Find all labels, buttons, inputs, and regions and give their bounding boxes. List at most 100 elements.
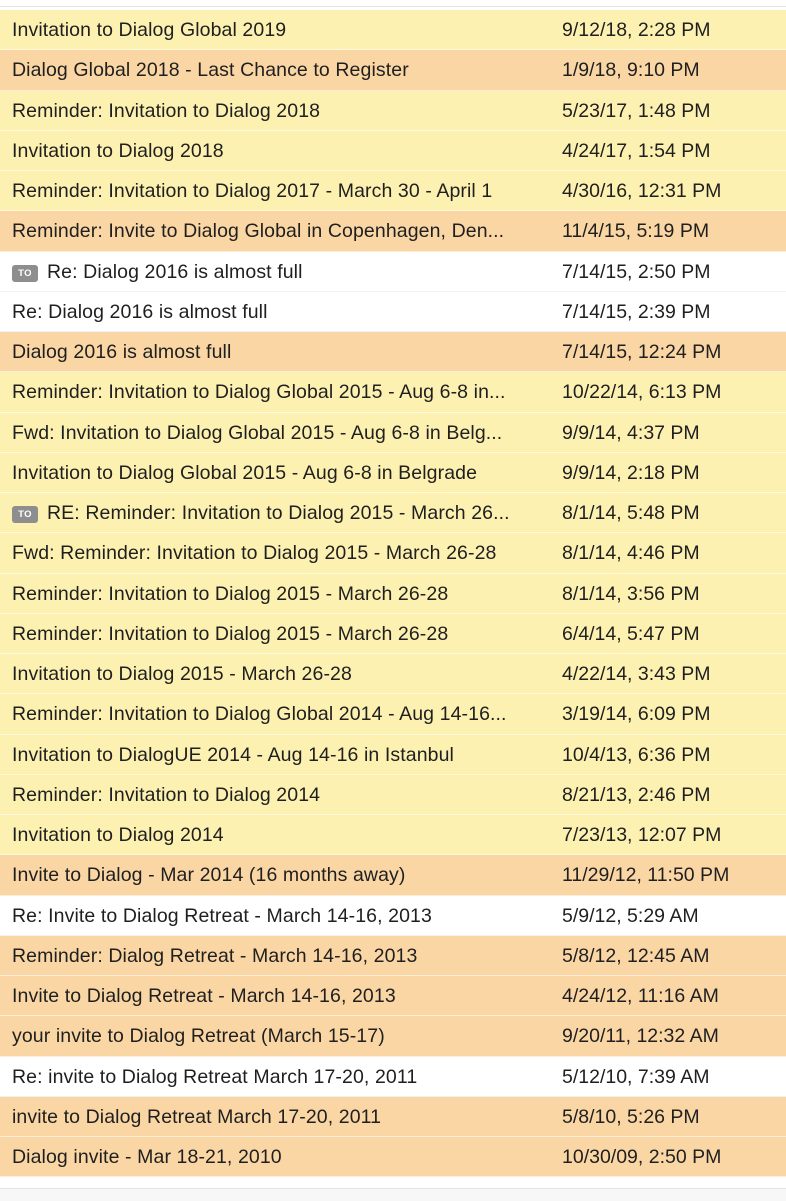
message-rows: Invitation to Dialog Global 2019 9/12/18,… xyxy=(0,10,786,1178)
message-subject-text: Reminder: Invitation to Dialog 2017 - Ma… xyxy=(12,180,493,202)
message-row[interactable]: Dialog 2016 is almost full 7/14/15, 12:24… xyxy=(0,332,786,373)
message-date: 9/9/14, 4:37 PM xyxy=(562,421,700,444)
message-subject-text: Reminder: Invite to Dialog Global in Cop… xyxy=(12,220,505,243)
message-subject-text: Invitation to Dialog Global 2015 - Aug 6… xyxy=(12,461,478,484)
message-subject-text: RE: Reminder: Invitation to Dialog 2015 … xyxy=(47,502,510,524)
message-subject: your invite to Dialog Retreat (March 15-… xyxy=(12,1016,545,1056)
message-row[interactable]: Re: invite to Dialog Retreat March 17-20… xyxy=(0,1056,786,1097)
message-subject-text: Re: invite to Dialog Retreat March 17-20… xyxy=(12,1065,418,1088)
message-subject-text: Dialog 2016 is almost full xyxy=(12,341,232,363)
message-row[interactable]: Reminder: Invitation to Dialog 2014 8/21/… xyxy=(0,774,786,815)
message-subject: Reminder: Dialog Retreat - March 14-16, … xyxy=(12,936,545,976)
message-row[interactable]: Fwd: Reminder: Invitation to Dialog 2015… xyxy=(0,533,786,574)
message-subject-text: Dialog Global 2018 - Last Chance to Regi… xyxy=(12,59,409,82)
message-date: 4/24/12, 11:16 AM xyxy=(562,985,719,1007)
message-date: 9/12/18, 2:28 PM xyxy=(562,19,711,41)
message-row[interactable]: invite to Dialog Retreat March 17-20, 20… xyxy=(0,1096,786,1137)
message-row[interactable]: Invitation to Dialog Global 2019 9/12/18,… xyxy=(0,10,786,51)
message-subject: Invitation to Dialog 2014 xyxy=(12,815,545,855)
message-date: 8/1/14, 3:56 PM xyxy=(562,582,700,605)
message-row[interactable]: your invite to Dialog Retreat (March 15-… xyxy=(0,1016,786,1057)
message-subject: Fwd: Reminder: Invitation to Dialog 2015… xyxy=(12,533,545,573)
message-subject: Dialog 2016 is almost full xyxy=(12,332,545,372)
message-subject-text: Invite to Dialog Retreat - March 14-16, … xyxy=(12,985,396,1007)
message-subject: Reminder: Invitation to Dialog Global 20… xyxy=(12,372,545,412)
message-subject: Reminder: Invitation to Dialog 2017 - Ma… xyxy=(12,171,545,211)
message-date: 8/21/13, 2:46 PM xyxy=(562,783,711,806)
message-subject: Invitation to Dialog Global 2019 xyxy=(12,10,545,50)
message-row[interactable]: Invitation to Dialog 2015 - March 26-28 4… xyxy=(0,654,786,695)
message-subject-text: Invite to Dialog - Mar 2014 (16 months a… xyxy=(12,864,406,887)
message-date: 10/30/09, 2:50 PM xyxy=(562,1146,722,1168)
message-row[interactable]: Reminder: Invite to Dialog Global in Cop… xyxy=(0,211,786,252)
message-row[interactable]: TO Re: Dialog 2016 is almost full 7/14/15,… xyxy=(0,251,786,292)
message-date: 1/9/18, 9:10 PM xyxy=(562,59,700,82)
message-date: 5/23/17, 1:48 PM xyxy=(562,99,711,122)
message-date: 11/4/15, 5:19 PM xyxy=(562,220,710,243)
message-row[interactable]: Reminder: Invitation to Dialog 2015 - Ma… xyxy=(0,613,786,654)
message-row[interactable]: Reminder: Invitation to Dialog 2017 - Ma… xyxy=(0,171,786,212)
message-subject-text: Re: Invite to Dialog Retreat - March 14-… xyxy=(12,904,432,927)
message-subject-text: Reminder: Invitation to Dialog 2015 - Ma… xyxy=(12,582,449,605)
message-row[interactable]: Re: Dialog 2016 is almost full 7/14/15, 2… xyxy=(0,291,786,332)
message-subject: Invitation to Dialog 2015 - March 26-28 xyxy=(12,654,545,694)
message-subject-text: Invitation to Dialog Global 2019 xyxy=(12,19,287,41)
message-subject: Invite to Dialog Retreat - March 14-16, … xyxy=(12,976,545,1016)
message-row[interactable]: Dialog invite - Mar 18-21, 2010 10/30/09,… xyxy=(0,1137,786,1178)
message-list: Invitation to Dialog Global 2019 9/12/18,… xyxy=(0,0,786,1201)
message-row[interactable]: Invitation to Dialog 2014 7/23/13, 12:07 … xyxy=(0,815,786,856)
message-subject-text: Invitation to Dialog 2018 xyxy=(12,139,224,162)
message-subject-text: Reminder: Invitation to Dialog 2015 - Ma… xyxy=(12,622,449,645)
to-badge: TO xyxy=(12,506,38,523)
message-subject-text: Fwd: Invitation to Dialog Global 2015 - … xyxy=(12,421,503,444)
message-row[interactable]: TO RE: Reminder: Invitation to Dialog 201… xyxy=(0,493,786,534)
message-date: 3/19/14, 6:09 PM xyxy=(562,703,711,726)
message-row[interactable]: Reminder: Invitation to Dialog Global 20… xyxy=(0,694,786,735)
message-date: 10/22/14, 6:13 PM xyxy=(562,381,722,404)
message-row[interactable]: Invite to Dialog Retreat - March 14-16, … xyxy=(0,976,786,1017)
message-row[interactable]: Dialog Global 2018 - Last Chance to Regi… xyxy=(0,50,786,91)
message-date: 7/23/13, 12:07 PM xyxy=(562,824,722,846)
message-row[interactable]: Invitation to DialogUE 2014 - Aug 14-16 … xyxy=(0,734,786,775)
message-row[interactable]: Reminder: Dialog Retreat - March 14-16, … xyxy=(0,935,786,976)
message-row[interactable]: Invitation to Dialog 2018 4/24/17, 1:54 P… xyxy=(0,130,786,171)
message-date: 8/1/14, 5:48 PM xyxy=(562,502,700,524)
message-row[interactable]: Reminder: Invitation to Dialog Global 20… xyxy=(0,372,786,413)
message-row[interactable]: Re: Invite to Dialog Retreat - March 14-… xyxy=(0,895,786,936)
message-subject-text: Reminder: Invitation to Dialog 2014 xyxy=(12,783,321,806)
message-date: 8/1/14, 4:46 PM xyxy=(562,542,700,565)
message-subject: Re: Dialog 2016 is almost full xyxy=(12,292,545,332)
message-row[interactable]: Invitation to Dialog Global 2015 - Aug 6… xyxy=(0,452,786,493)
message-subject-text: Reminder: Dialog Retreat - March 14-16, … xyxy=(12,944,418,967)
message-subject-text: Fwd: Reminder: Invitation to Dialog 2015… xyxy=(12,542,497,565)
message-row[interactable]: Fwd: Invitation to Dialog Global 2015 - … xyxy=(0,412,786,453)
message-subject-text: Invitation to Dialog 2015 - March 26-28 xyxy=(12,663,352,685)
to-badge: TO xyxy=(12,264,38,282)
message-subject-text: Dialog invite - Mar 18-21, 2010 xyxy=(12,1146,282,1168)
message-date: 11/29/12, 11:50 PM xyxy=(562,864,730,887)
message-date: 4/22/14, 3:43 PM xyxy=(562,663,711,685)
message-subject: Invite to Dialog - Mar 2014 (16 months a… xyxy=(12,855,545,895)
message-subject-text: Reminder: Invitation to Dialog 2018 xyxy=(12,99,321,122)
message-date: 7/14/15, 2:39 PM xyxy=(562,300,711,323)
message-subject-text: invite to Dialog Retreat March 17-20, 20… xyxy=(12,1105,382,1128)
message-subject-text: Invitation to Dialog 2014 xyxy=(12,824,224,846)
message-subject: Invitation to Dialog Global 2015 - Aug 6… xyxy=(12,453,545,493)
message-date: 5/8/12, 12:45 AM xyxy=(562,944,710,967)
message-subject: Invitation to Dialog 2018 xyxy=(12,131,545,171)
message-row[interactable]: Invite to Dialog - Mar 2014 (16 months a… xyxy=(0,855,786,896)
message-date: 5/9/12, 5:29 AM xyxy=(562,904,699,927)
message-subject: Re: Invite to Dialog Retreat - March 14-… xyxy=(12,896,545,936)
message-subject: Dialog Global 2018 - Last Chance to Regi… xyxy=(12,50,545,90)
message-date: 4/30/16, 12:31 PM xyxy=(562,180,722,202)
message-date: 10/4/13, 6:36 PM xyxy=(562,743,711,766)
message-subject-text: Re: Dialog 2016 is almost full xyxy=(47,260,303,283)
message-subject-text: your invite to Dialog Retreat (March 15-… xyxy=(12,1025,385,1048)
message-subject: Reminder: Invitation to Dialog 2015 - Ma… xyxy=(12,614,545,654)
message-date: 6/4/14, 5:47 PM xyxy=(562,622,700,645)
message-row[interactable]: Reminder: Invitation to Dialog 2018 5/23/… xyxy=(0,90,786,131)
list-top-divider xyxy=(0,0,786,7)
list-bottom-divider xyxy=(0,1188,786,1201)
message-subject: Reminder: Invitation to Dialog 2015 - Ma… xyxy=(12,574,545,614)
message-row[interactable]: Reminder: Invitation to Dialog 2015 - Ma… xyxy=(0,573,786,614)
